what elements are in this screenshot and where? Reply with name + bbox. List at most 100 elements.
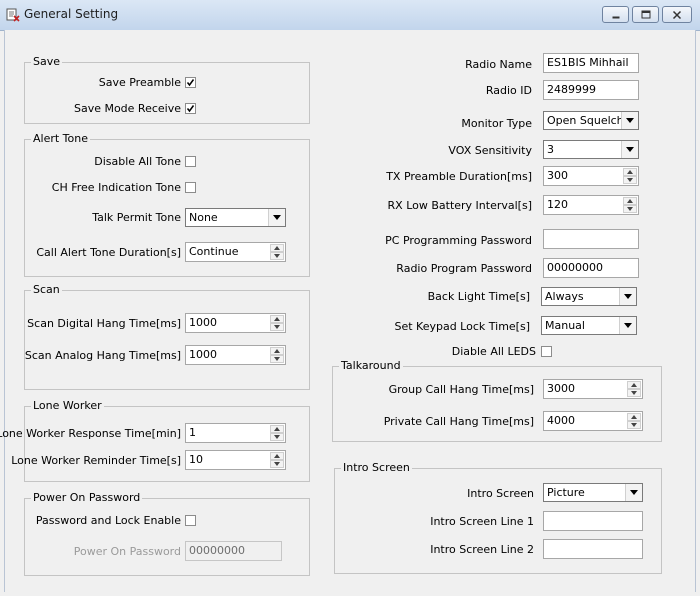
maximize-icon [641,10,650,18]
arrow-up-icon [627,170,633,174]
spin-down-button[interactable] [623,176,637,184]
spin-up-button[interactable] [270,315,284,323]
scan-group: Scan [24,283,310,390]
chevron-down-icon [273,215,281,220]
app-settings-icon [6,8,20,22]
radio-id-label: Radio ID [485,84,532,97]
spin-up-button[interactable] [270,425,284,433]
vox-sensitivity-dropdown-button[interactable] [621,141,638,158]
group-call-hang-time-value: 3000 [547,382,575,395]
back-light-time-select[interactable]: Always [541,287,637,306]
lone-worker-response-time-value: 1 [189,426,196,439]
intro-screen-select[interactable]: Picture [543,483,643,502]
intro-screen-dropdown-button[interactable] [625,484,642,501]
set-keypad-lock-time-select[interactable]: Manual [541,316,637,335]
back-light-time-dropdown-button[interactable] [619,288,636,305]
lone-worker-response-time-spinner[interactable]: 1 [185,423,286,443]
spin-up-button[interactable] [627,381,641,389]
vox-sensitivity-select[interactable]: 3 [543,140,639,159]
arrow-down-icon [627,207,633,211]
chevron-down-icon [624,323,632,328]
minimize-icon [612,16,619,18]
call-alert-tone-duration-label: Call Alert Tone Duration[s] [36,246,181,259]
spin-down-button[interactable] [627,421,641,429]
monitor-type-dropdown-button[interactable] [621,112,638,129]
arrow-down-icon [274,462,280,466]
arrow-up-icon [631,415,637,419]
arrow-up-icon [274,454,280,458]
arrow-up-icon [274,427,280,431]
save-mode-receive-checkbox[interactable] [185,103,196,114]
spin-down-button[interactable] [270,355,284,363]
scan-digital-hang-time-label: Scan Digital Hang Time[ms] [27,317,181,330]
group-call-hang-time-spinner[interactable]: 3000 [543,379,643,399]
vox-sensitivity-label: VOX Sensitivity [448,144,532,157]
alert-tone-group-label: Alert Tone [31,132,90,146]
scan-digital-hang-time-spinner[interactable]: 1000 [185,313,286,333]
spin-up-button[interactable] [627,413,641,421]
spin-up-button[interactable] [270,452,284,460]
save-preamble-label: Save Preamble [98,76,181,89]
rx-low-battery-interval-spinner[interactable]: 120 [543,195,639,215]
close-icon [672,10,682,19]
arrow-down-icon [274,325,280,329]
power-on-password-field[interactable]: 00000000 [185,541,282,561]
intro-screen-value: Picture [547,486,585,499]
talk-permit-tone-select[interactable]: None [185,208,286,227]
pc-programming-password-field[interactable] [543,229,639,249]
back-light-time-value: Always [545,290,584,303]
set-keypad-lock-time-dropdown-button[interactable] [619,317,636,334]
private-call-hang-time-spinner[interactable]: 4000 [543,411,643,431]
disable-all-tone-label: Disable All Tone [94,155,181,168]
spin-up-button[interactable] [270,347,284,355]
close-button[interactable] [662,6,692,23]
arrow-down-icon [274,435,280,439]
spin-down-button[interactable] [270,252,284,260]
arrow-down-icon [274,357,280,361]
monitor-type-select[interactable]: Open Squelch [543,111,639,130]
rx-low-battery-interval-label: RX Low Battery Interval[s] [387,199,532,212]
radio-id-field[interactable]: 2489999 [543,80,639,100]
radio-name-field[interactable]: ES1BIS Mihhail [543,53,639,73]
password-lock-enable-checkbox[interactable] [185,515,196,526]
scan-group-label: Scan [31,283,62,297]
set-keypad-lock-time-label: Set Keypad Lock Time[s] [394,320,530,333]
power-on-password-label: Power On Password [73,545,181,558]
spin-up-button[interactable] [623,168,637,176]
spin-down-button[interactable] [627,389,641,397]
talk-permit-tone-dropdown-button[interactable] [268,209,285,226]
scan-analog-hang-time-spinner[interactable]: 1000 [185,345,286,365]
scan-analog-hang-time-label: Scan Analog Hang Time[ms] [24,349,181,362]
maximize-button[interactable] [632,6,659,23]
spin-down-button[interactable] [270,323,284,331]
spin-down-button[interactable] [270,433,284,441]
intro-screen-line2-field[interactable] [543,539,643,559]
call-alert-tone-duration-spinner[interactable]: Continue [185,242,286,262]
lone-worker-reminder-time-value: 10 [189,453,203,466]
disable-all-tone-checkbox[interactable] [185,156,196,167]
spin-down-button[interactable] [623,205,637,213]
radio-program-password-field[interactable]: 00000000 [543,258,639,278]
arrow-up-icon [274,317,280,321]
arrow-up-icon [631,383,637,387]
save-preamble-checkbox[interactable] [185,77,196,88]
private-call-hang-time-label: Private Call Hang Time[ms] [383,415,534,428]
tx-preamble-duration-spinner[interactable]: 300 [543,166,639,186]
group-call-hang-time-label: Group Call Hang Time[ms] [388,383,534,396]
arrow-down-icon [631,391,637,395]
chevron-down-icon [624,294,632,299]
spin-down-button[interactable] [270,460,284,468]
disable-all-leds-checkbox[interactable] [541,346,552,357]
check-icon [186,105,195,113]
ch-free-indication-tone-checkbox[interactable] [185,182,196,193]
intro-screen-line2-label: Intro Screen Line 2 [430,543,534,556]
intro-screen-line1-field[interactable] [543,511,643,531]
disable-all-leds-label: Diable All LEDS [451,345,536,358]
minimize-button[interactable] [602,6,629,23]
spin-up-button[interactable] [623,197,637,205]
lone-worker-reminder-time-spinner[interactable]: 10 [185,450,286,470]
radio-name-label: Radio Name [465,58,532,71]
spin-up-button[interactable] [270,244,284,252]
lone-worker-reminder-time-label: Lone Worker Reminder Time[s] [11,454,181,467]
power-on-password-group-label: Power On Password [31,491,143,505]
